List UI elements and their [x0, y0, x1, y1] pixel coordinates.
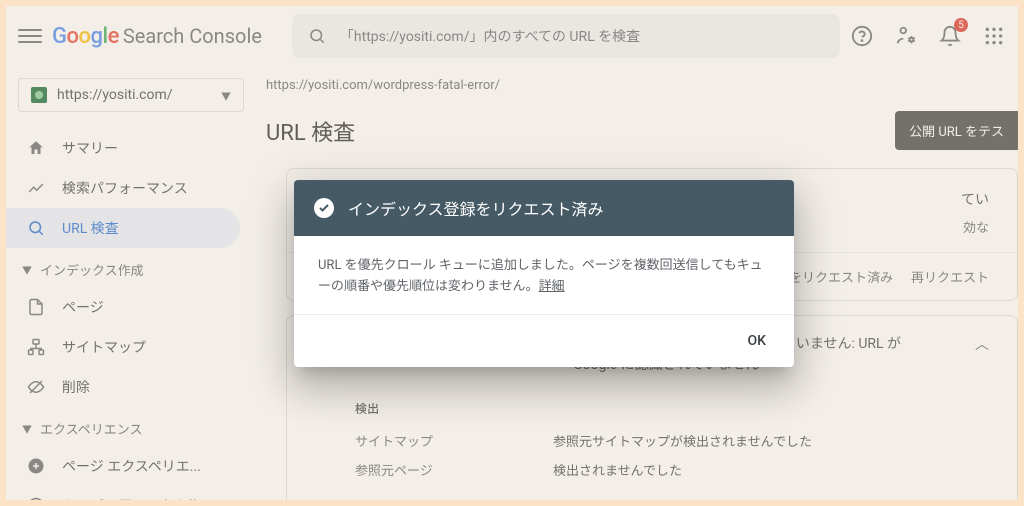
- chevron-down-icon: ▼: [221, 88, 231, 103]
- search-placeholder: 「https://yositi.com/」内のすべての URL を検査: [340, 26, 640, 46]
- sidebar-item-label: ウェブに関する主な指...: [62, 496, 213, 500]
- speed-icon: [26, 497, 46, 500]
- sidebar: https://yositi.com/ ▼ サマリー 検索パフォーマンス URL…: [6, 66, 256, 500]
- removals-icon: [26, 378, 46, 396]
- logo[interactable]: Google Search Console: [52, 24, 262, 49]
- search-icon: [308, 27, 326, 45]
- sidebar-section-indexing[interactable]: ▼ インデックス作成: [6, 248, 256, 287]
- property-selector[interactable]: https://yositi.com/ ▼: [18, 78, 244, 112]
- settings-icon[interactable]: [894, 24, 918, 48]
- sidebar-item-label: サイトマップ: [62, 337, 146, 357]
- sidebar-item-sitemaps[interactable]: サイトマップ: [6, 327, 240, 367]
- row-value: 検出されませんでした: [553, 460, 989, 479]
- property-domain: https://yositi.com/: [57, 87, 211, 103]
- ok-button[interactable]: OK: [736, 327, 779, 355]
- chart-icon: [26, 179, 46, 197]
- plus-circle-icon: [26, 457, 46, 475]
- logo-text: Search Console: [123, 24, 262, 48]
- sidebar-item-page-experience[interactable]: ページ エクスペリエ...: [6, 446, 240, 486]
- sidebar-item-vitals[interactable]: ウェブに関する主な指...: [6, 486, 240, 500]
- test-live-url-button[interactable]: 公開 URL をテス: [895, 111, 1018, 150]
- sidebar-item-performance[interactable]: 検索パフォーマンス: [6, 168, 240, 208]
- row-label: 参照元ページ: [355, 460, 525, 479]
- help-icon[interactable]: [850, 24, 874, 48]
- sidebar-item-label: ページ: [62, 297, 104, 317]
- notifications-icon[interactable]: 5: [938, 24, 962, 48]
- detail-row: サイトマップ 参照元サイトマップが検出されませんでした: [355, 431, 989, 450]
- sidebar-section-experience[interactable]: ▼ エクスペリエンス: [6, 407, 256, 446]
- row-label: サイトマップ: [355, 431, 525, 450]
- chevron-down-icon: ▼: [22, 262, 32, 277]
- modal-body: URL を優先クロール キューに追加しました。ページを複数回送信してもキューの順…: [294, 236, 794, 314]
- sidebar-item-summary[interactable]: サマリー: [6, 128, 240, 168]
- sidebar-item-label: ページ エクスペリエ...: [62, 456, 201, 476]
- sidebar-item-label: サマリー: [62, 138, 118, 158]
- page-icon: [26, 298, 46, 316]
- home-icon: [26, 139, 46, 157]
- sidebar-item-label: 検索パフォーマンス: [62, 178, 188, 198]
- modal-title: インデックス登録をリクエスト済み: [348, 196, 604, 220]
- notification-badge: 5: [954, 18, 968, 32]
- row-value: 参照元サイトマップが検出されませんでした: [553, 431, 989, 450]
- search-input[interactable]: 「https://yositi.com/」内のすべての URL を検査: [292, 14, 840, 58]
- re-request-link[interactable]: 再リクエスト: [911, 267, 989, 286]
- menu-icon[interactable]: [18, 24, 42, 48]
- check-icon: [314, 198, 334, 218]
- sidebar-item-removals[interactable]: 削除: [6, 367, 240, 407]
- detection-section-title: 検出: [355, 400, 989, 417]
- apps-icon[interactable]: [982, 24, 1006, 48]
- sidebar-item-label: 削除: [62, 377, 90, 397]
- details-link[interactable]: 詳細: [539, 279, 565, 294]
- sidebar-item-url-inspect[interactable]: URL 検査: [6, 208, 240, 248]
- top-bar: Google Search Console 「https://yositi.co…: [6, 6, 1018, 66]
- modal-header: インデックス登録をリクエスト済み: [294, 180, 794, 236]
- property-icon: [31, 87, 47, 103]
- chevron-up-icon[interactable]: ︿: [975, 334, 989, 354]
- sitemap-icon: [26, 338, 46, 356]
- inspect-icon: [26, 219, 46, 237]
- sidebar-item-label: URL 検査: [62, 218, 119, 238]
- chevron-down-icon: ▼: [22, 421, 32, 436]
- page-title: URL 検査: [266, 115, 355, 147]
- modal-dialog: インデックス登録をリクエスト済み URL を優先クロール キューに追加しました。…: [294, 180, 794, 367]
- inspected-url: https://yositi.com/wordpress-fatal-error…: [266, 78, 1018, 93]
- detail-row: 参照元ページ 検出されませんでした: [355, 460, 989, 479]
- sidebar-item-pages[interactable]: ページ: [6, 287, 240, 327]
